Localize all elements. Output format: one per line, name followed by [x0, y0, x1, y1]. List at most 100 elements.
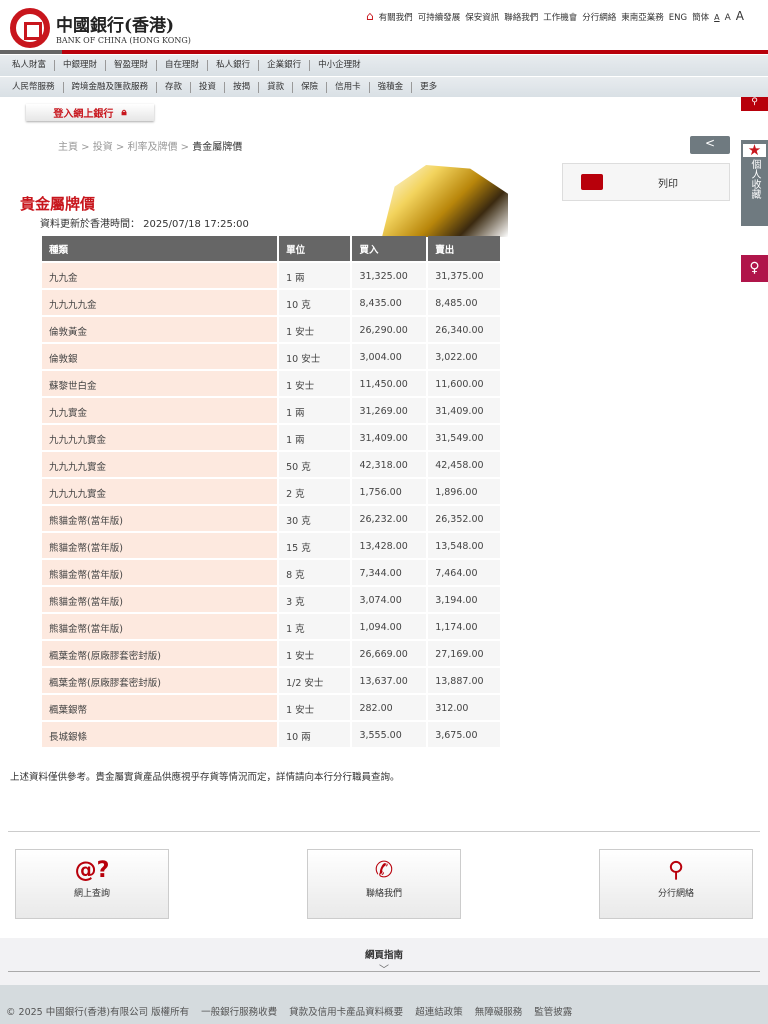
cell-unit: 1 兩	[279, 425, 351, 452]
nav-item[interactable]: 私人銀行	[208, 60, 260, 71]
top-link[interactable]: 可持續發展	[418, 11, 461, 23]
subnav-item[interactable]: 更多	[412, 82, 445, 93]
subnav-item[interactable]: 存款	[157, 81, 192, 93]
online-enquiry-card[interactable]: @? 網上查詢	[15, 849, 169, 919]
lightbulb-icon[interactable]: ♀	[741, 255, 768, 282]
subnav-item[interactable]: 強積金	[370, 81, 413, 93]
cell-buy: 1,094.00	[352, 614, 427, 641]
price-table: 種類 單位 買入 賣出 九九金 1 兩 31,325.00 31,375.00 九九九九…	[40, 236, 502, 749]
nav-item[interactable]: 企業銀行	[259, 60, 311, 71]
font-large[interactable]: A	[736, 9, 744, 23]
top-link[interactable]: 工作機會	[543, 11, 577, 23]
lang-eng[interactable]: ENG	[669, 13, 687, 23]
cell-unit: 1 安士	[279, 641, 351, 668]
gold-bars-image	[382, 165, 508, 237]
breadcrumb-rates[interactable]: 利率及牌價	[128, 142, 178, 153]
search-icon[interactable]: ⚲	[741, 97, 768, 111]
table-row: 倫敦黃金 1 安士 26,290.00 26,340.00	[42, 317, 500, 344]
card-label: 聯絡我們	[365, 889, 402, 899]
footer-link[interactable]: 一般銀行服務收費	[201, 1004, 277, 1018]
top-link[interactable]: 保安資訊	[465, 11, 499, 23]
cell-unit: 10 克	[279, 290, 351, 317]
subnav-item[interactable]: 跨境金融及匯款服務	[64, 81, 158, 93]
sub-nav: 人民幣服務 跨境金融及匯款服務 存款 投資 按揭 貸款 保險 信用卡 強積金 更…	[0, 76, 768, 97]
cell-sell: 26,340.00	[428, 317, 500, 344]
share-icon[interactable]: <	[690, 136, 730, 154]
cell-sell: 3,675.00	[428, 722, 500, 749]
footer-link[interactable]: 貸款及信用卡產品資料概要	[289, 1004, 403, 1018]
site-guide-toggle[interactable]: 網頁指南 ﹀	[0, 938, 768, 985]
cell-sell: 27,169.00	[428, 641, 500, 668]
contact-us-card[interactable]: ✆ 聯絡我們	[307, 849, 461, 919]
font-medium[interactable]: A	[725, 13, 731, 23]
printer-icon	[581, 174, 603, 190]
cell-sell: 1,174.00	[428, 614, 500, 641]
home-icon[interactable]: ⌂	[366, 9, 374, 23]
col-header-sell: 賣出	[428, 236, 500, 263]
cell-type: 倫敦銀	[42, 344, 278, 371]
top-link[interactable]: 東南亞業務	[621, 11, 664, 23]
cell-unit: 1 克	[279, 614, 351, 641]
chevron-down-icon: ﹀	[379, 965, 389, 976]
cell-unit: 1/2 安士	[279, 668, 351, 695]
cell-sell: 11,600.00	[428, 371, 500, 398]
breadcrumb-invest[interactable]: 投資	[93, 142, 113, 153]
print-button[interactable]: 列印	[562, 163, 730, 201]
nav-item[interactable]: 自在理財	[157, 60, 209, 71]
subnav-item[interactable]: 保險	[293, 81, 328, 93]
cell-type: 九九九九實金	[42, 425, 278, 452]
cell-buy: 26,290.00	[352, 317, 427, 344]
cell-sell: 26,352.00	[428, 506, 500, 533]
branch-network-card[interactable]: ⚲ 分行網絡	[599, 849, 753, 919]
cell-type: 蘇黎世白金	[42, 371, 278, 398]
table-row: 熊貓金幣(當年版) 30 克 26,232.00 26,352.00	[42, 506, 500, 533]
breadcrumb-current: 貴金屬牌價	[192, 142, 243, 153]
top-link[interactable]: 聯絡我們	[504, 11, 538, 23]
print-label: 列印	[658, 178, 678, 190]
favorites-tab[interactable]: ★ 個人收藏	[741, 140, 768, 226]
col-header-buy: 買入	[352, 236, 427, 263]
subnav-item[interactable]: 投資	[191, 81, 226, 93]
footer: © 2025 中國銀行(香港)有限公司 版權所有 一般銀行服務收費 貸款及信用卡…	[0, 985, 768, 1024]
subnav-item[interactable]: 信用卡	[327, 81, 370, 93]
nav-item[interactable]: 私人財富	[4, 60, 56, 71]
subnav-item[interactable]: 按揭	[225, 81, 260, 93]
cell-type: 熊貓金幣(當年版)	[42, 614, 278, 641]
table-row: 熊貓金幣(當年版) 15 克 13,428.00 13,548.00	[42, 533, 500, 560]
footer-link[interactable]: 監管披露	[534, 1004, 572, 1018]
table-row: 楓葉銀幣 1 安士 282.00 312.00	[42, 695, 500, 722]
cell-type: 楓葉金幣(原廠膠套密封版)	[42, 641, 278, 668]
table-row: 九九九九實金 50 克 42,318.00 42,458.00	[42, 452, 500, 479]
disclaimer: 上述資料僅供參考。貴金屬實貨產品供應視乎存貨等情況而定，詳情請向本行分行職員查詢…	[10, 772, 400, 783]
header-divider	[0, 50, 768, 54]
cell-sell: 42,458.00	[428, 452, 500, 479]
lang-sc[interactable]: 簡体	[692, 11, 709, 23]
cell-sell: 31,549.00	[428, 425, 500, 452]
cell-unit: 1 兩	[279, 398, 351, 425]
cell-type: 九九九九實金	[42, 452, 278, 479]
bank-logo[interactable]: 中國銀行(香港) BANK OF CHINA (HONG KONG)	[10, 8, 191, 48]
cell-buy: 31,269.00	[352, 398, 427, 425]
nav-item[interactable]: 智盈理財	[106, 60, 158, 71]
table-row: 楓葉金幣(原廠膠套密封版) 1/2 安士 13,637.00 13,887.00	[42, 668, 500, 695]
font-small[interactable]: A	[714, 13, 719, 22]
nav-item[interactable]: 中銀理財	[55, 60, 107, 71]
breadcrumb-home[interactable]: 主頁	[58, 142, 78, 153]
top-link[interactable]: 有關我們	[379, 11, 413, 23]
card-label: 分行網絡	[657, 889, 694, 899]
subnav-item[interactable]: 人民幣服務	[4, 81, 64, 93]
cell-buy: 13,428.00	[352, 533, 427, 560]
cell-type: 九九九九實金	[42, 479, 278, 506]
cell-buy: 3,555.00	[352, 722, 427, 749]
top-link[interactable]: 分行網絡	[582, 11, 616, 23]
login-button[interactable]: 登入網上銀行 🔒︎	[26, 104, 154, 121]
footer-link[interactable]: 超連結政策	[415, 1004, 463, 1018]
cell-buy: 282.00	[352, 695, 427, 722]
cell-unit: 2 克	[279, 479, 351, 506]
at-question-icon: @?	[74, 858, 110, 883]
footer-link[interactable]: 無障礙服務	[475, 1004, 523, 1018]
cell-unit: 50 克	[279, 452, 351, 479]
col-header-unit: 單位	[279, 236, 351, 263]
nav-item[interactable]: 中小企理財	[310, 60, 369, 71]
subnav-item[interactable]: 貸款	[259, 81, 294, 93]
